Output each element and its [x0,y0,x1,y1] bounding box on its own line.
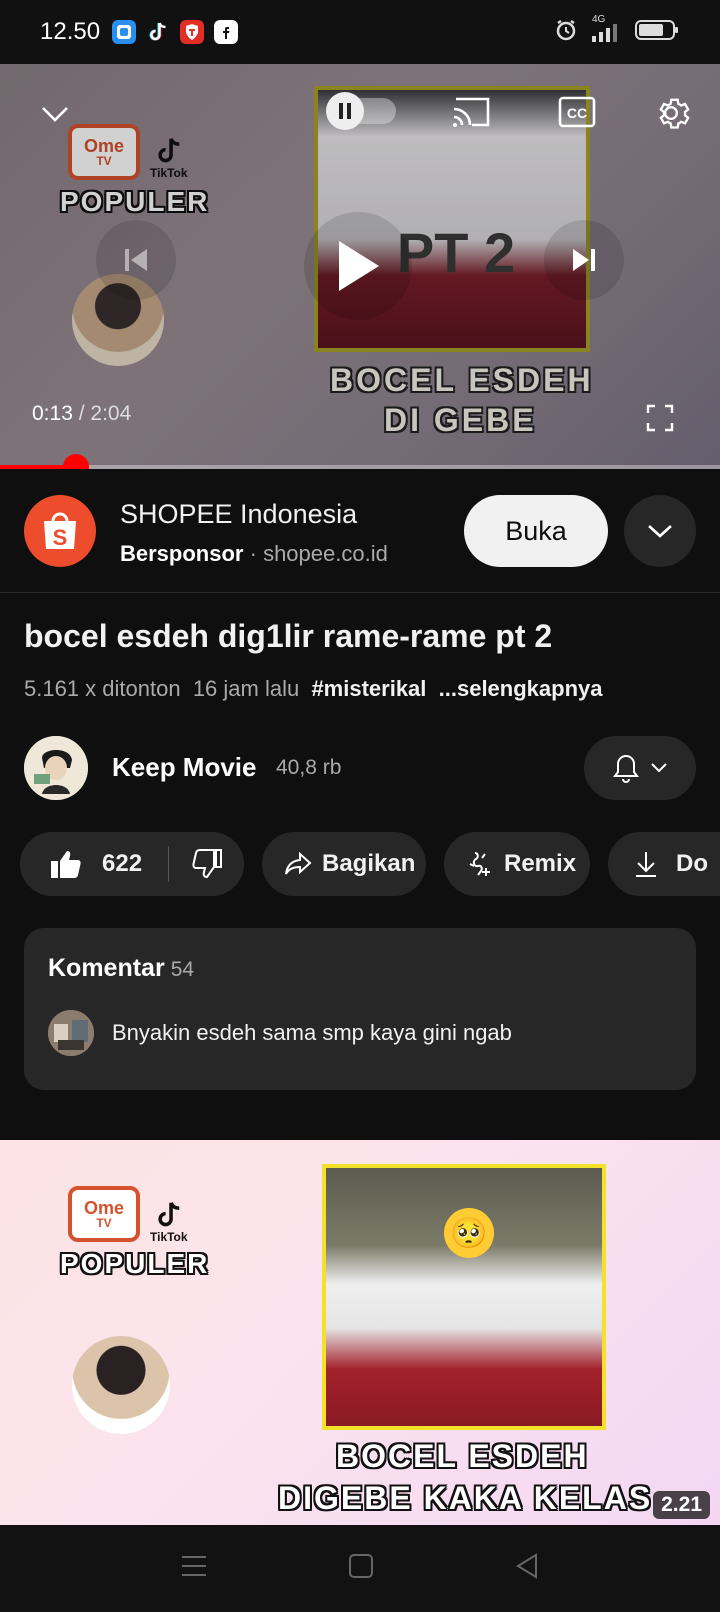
upload-age: 16 jam lalu [192,676,300,701]
channel-row: Keep Movie 40,8 rb [0,736,720,800]
share-arrow-icon [285,852,312,875]
like-count: 622 [102,850,143,877]
next-tiktok-logo: TikTok [150,1200,188,1244]
like-button[interactable]: 622 [20,849,168,879]
next-channel-avatar-art [72,1336,170,1434]
play-button[interactable] [304,212,412,320]
thumbs-down-icon [192,849,222,879]
subscriber-count: 40,8 rb [276,756,342,779]
autoplay-toggle[interactable] [326,92,398,130]
next-ome-tv-logo: Ome TV [68,1186,140,1242]
previous-video-button[interactable] [96,220,176,300]
comments-header: Komentar 54 [48,954,194,983]
playback-time: 0:13 / 2:04 [32,402,132,425]
ad-expand-button[interactable] [624,495,696,567]
chevron-down-icon [651,763,667,773]
next-tiktok-text: TikTok [150,1230,188,1244]
home-icon[interactable] [348,1553,374,1584]
download-icon [636,852,656,877]
show-more-link[interactable]: ...selengkapnya [439,676,603,701]
channel-avatar[interactable] [24,736,88,800]
battery-icon [634,18,680,47]
comments-label: Komentar [48,954,165,982]
captions-cc-icon[interactable]: CC [554,92,600,132]
share-label: Bagikan [322,850,416,877]
hashtag-link[interactable]: #misterikal [311,676,426,701]
next-caption-line2: DIGEBE KAKA KELAS [278,1480,653,1516]
share-button[interactable]: Bagikan [262,832,426,896]
next-caption-line1: BOCEL ESDEH [336,1438,589,1474]
ad-domain: shopee.co.id [263,541,388,566]
next-tv-text: TV [96,1216,112,1230]
thumbs-up-icon [51,851,81,878]
fullscreen-icon[interactable] [640,398,680,438]
download-button[interactable]: Do [608,832,720,896]
notification-bell-button[interactable] [584,736,696,800]
next-thumbnail-frame: 🥺 [322,1164,606,1430]
dislike-button[interactable] [169,849,243,879]
bell-icon [613,754,639,783]
emoji-sticker: 🥺 [444,1208,494,1258]
next-populer-text: POPULER [60,1248,210,1279]
video-player[interactable]: Ome TV TikTok POPULER PT 2 BOCEL ESDEH D… [0,64,720,469]
channel-name[interactable]: Keep Movie [112,752,257,783]
total-duration: 2:04 [90,402,132,425]
back-icon[interactable] [514,1553,540,1584]
settings-gear-icon[interactable] [648,90,694,136]
tiktok-notification-icon [146,20,171,44]
facebook-notification-icon [214,20,239,44]
ad-open-button[interactable]: Buka [464,495,608,567]
next-video-duration: 2.21 [653,1491,710,1519]
ad-separator: · [249,541,257,566]
video-title[interactable]: bocel esdeh dig1lir rame-rame pt 2 [24,618,552,655]
next-ome-text: Ome [83,1198,125,1218]
ad-advertiser-name[interactable]: SHOPEE Indonesia [120,499,357,530]
download-label: Do [676,850,708,877]
remix-icon [469,852,490,876]
view-count: 5.161 x ditonton [24,676,181,701]
network-type: 4G [592,14,606,25]
menu-icon[interactable] [180,1553,208,1584]
remix-button[interactable]: Remix [444,832,590,896]
alarm-icon [554,18,578,47]
video-meta[interactable]: 5.161 x ditonton 16 jam lalu #misterikal… [24,676,603,702]
svg-text:CC: CC [567,105,587,121]
svg-text:S: S [53,525,68,550]
status-bar: 12.50 4G [0,0,720,64]
next-video-button[interactable] [544,220,624,300]
status-time: 12.50 [40,18,101,45]
next-video-thumbnail[interactable]: Ome TV TikTok POPULER 🥺 BOCEL ESDEH DIGE… [0,1140,720,1525]
remix-label: Remix [504,850,577,877]
app-notification-icon [112,20,137,44]
sponsored-label: Bersponsor [120,541,244,566]
like-dislike-group: 622 [20,832,244,896]
action-bar: 622 Bagikan Remix Do [0,832,720,896]
cast-icon[interactable] [446,92,496,132]
chevron-down-icon [648,525,672,538]
shield-notification-icon [180,20,205,44]
signal-icon: 4G [590,14,622,44]
system-nav-bar [0,1525,720,1612]
autoplay-pause-icon [326,92,364,130]
ad-subtitle: Bersponsor · shopee.co.id [120,541,388,567]
top-comment-text: Bnyakin esdeh sama smp kaya gini ngab [112,1020,512,1045]
comments-count: 54 [170,958,195,981]
comments-card[interactable]: Komentar 54 Bnyakin esdeh sama smp kaya g… [24,928,696,1090]
sponsored-ad[interactable]: S SHOPEE Indonesia Bersponsor · shopee.c… [0,469,720,593]
shopee-logo[interactable]: S [24,495,96,567]
commenter-avatar [48,1010,94,1056]
minimize-chevron-icon[interactable] [30,94,80,134]
current-time: 0:13 [32,402,73,425]
